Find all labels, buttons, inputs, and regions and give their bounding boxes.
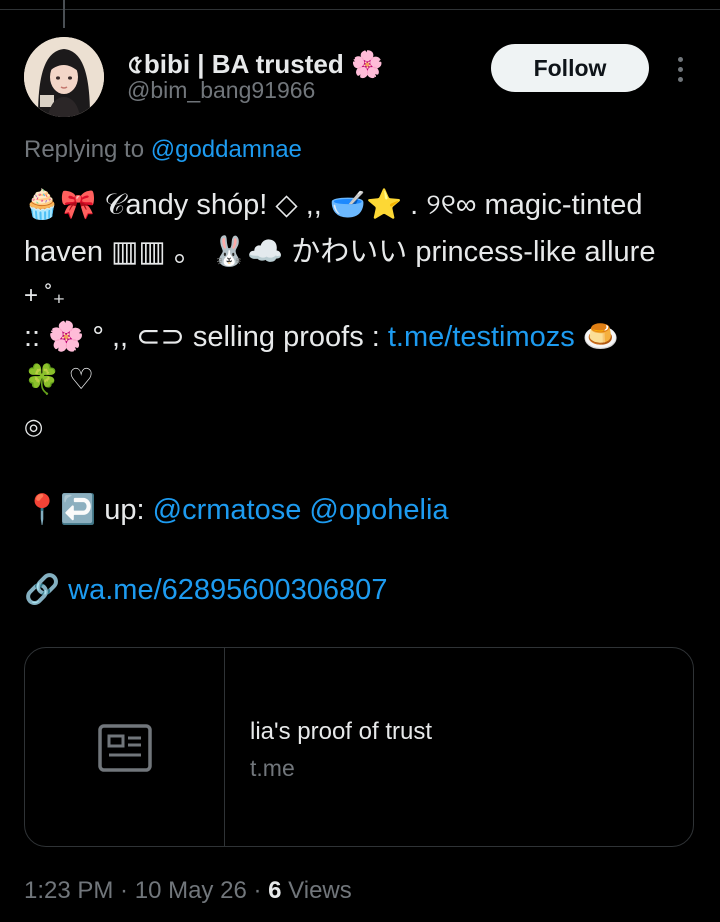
follow-button[interactable]: Follow	[491, 44, 649, 92]
tweet-text-line-7: 📍↩️ up: @crmatose @opohelia	[24, 489, 449, 531]
tweet-date[interactable]: 10 May 26	[135, 877, 247, 904]
avatar[interactable]	[24, 37, 104, 117]
tweet-text-line-8: 🔗 wa.me/62895600306807	[24, 569, 387, 611]
pin-up-label: 📍↩️ up:	[24, 494, 153, 526]
tweet-text-line-3: + ˚₊	[24, 282, 66, 309]
tweet-text-line-5: 🍀 ♡	[24, 364, 95, 396]
thread-connector-line	[63, 0, 65, 28]
mention-opohelia[interactable]: @opohelia	[309, 494, 448, 526]
top-divider	[0, 9, 720, 10]
card-domain: t.me	[250, 755, 295, 781]
avatar-image	[24, 37, 104, 117]
views-count: 6	[268, 877, 282, 904]
replying-to-mention[interactable]: @goddamnae	[151, 136, 302, 163]
replying-prefix: Replying to	[24, 136, 145, 163]
whatsapp-link[interactable]: wa.me/62895600306807	[68, 574, 387, 606]
card-title: lia's proof of trust	[250, 718, 432, 745]
more-options-icon[interactable]	[668, 52, 692, 86]
author-handle[interactable]: @bim_bang91966	[127, 77, 315, 104]
tweet-text-line-4-start: :: 🌸 ° ,, ⊂⊃ selling proofs :	[24, 321, 388, 353]
tweet-text-line-2: haven ▥▥ 。 🐰☁️ かわいい princess-like allure	[24, 236, 656, 268]
replying-to: Replying to @goddamnae	[24, 136, 302, 164]
meta-separator: ·	[113, 877, 135, 904]
tweet-text-line-6: ◎	[24, 414, 44, 439]
tweet-time[interactable]: 1:23 PM	[24, 877, 113, 904]
article-icon	[97, 724, 152, 772]
link-preview-card[interactable]: lia's proof of trust t.me	[24, 647, 694, 847]
card-thumbnail	[25, 648, 225, 846]
tweet-text-line-4: :: 🌸 ° ,, ⊂⊃ selling proofs : t.me/testi…	[24, 316, 619, 358]
link-icon: 🔗	[24, 574, 61, 606]
views-label: Views	[288, 877, 352, 904]
tweet-text-line-4-end: 🍮	[574, 321, 619, 353]
testimonials-link[interactable]: t.me/testimozs	[388, 321, 575, 353]
meta-separator: ·	[246, 877, 269, 904]
tweet-meta: 1:23 PM · 10 May 26 · 6 Views	[24, 877, 352, 905]
tweet-text-line-1: 🧁🎀 𝒞andy shóp! ◇ ,, 🥣⭐ . ୨୧∞ magic-tinte…	[24, 189, 643, 221]
mention-crmatose[interactable]: @crmatose	[153, 494, 302, 526]
